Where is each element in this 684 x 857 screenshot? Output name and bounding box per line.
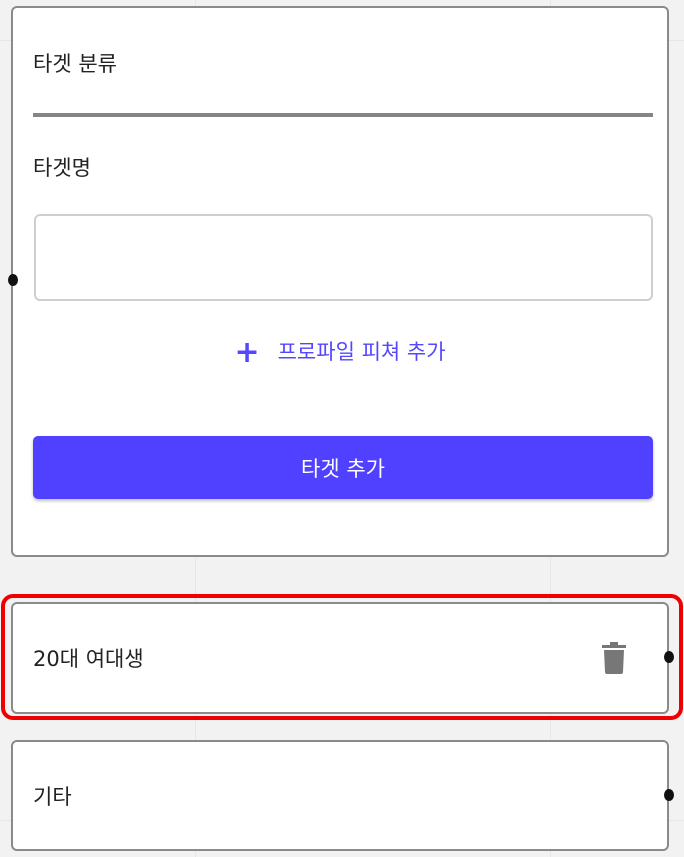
- target-item-name: 기타: [33, 784, 72, 809]
- target-form-card: 타겟 분류 타겟명 + 프로파일 피쳐 추가 타겟 추가: [11, 6, 669, 557]
- add-profile-feature-button[interactable]: + 프로파일 피쳐 추가: [13, 335, 667, 370]
- target-name-input[interactable]: [34, 214, 653, 301]
- target-item[interactable]: 기타: [11, 740, 669, 851]
- target-item[interactable]: 20대 여대생: [11, 602, 669, 714]
- connector-handle[interactable]: [8, 274, 18, 286]
- target-category-label: 타겟 분류: [33, 52, 117, 76]
- plus-icon: +: [234, 335, 260, 370]
- connector-handle[interactable]: [664, 651, 674, 663]
- target-item-name: 20대 여대생: [33, 647, 144, 671]
- connector-handle[interactable]: [664, 789, 674, 801]
- add-profile-feature-label: 프로파일 피쳐 추가: [277, 340, 446, 364]
- target-name-label: 타겟명: [33, 156, 91, 180]
- divider: [33, 113, 653, 117]
- trash-icon[interactable]: [601, 642, 627, 674]
- add-target-button[interactable]: 타겟 추가: [33, 436, 653, 499]
